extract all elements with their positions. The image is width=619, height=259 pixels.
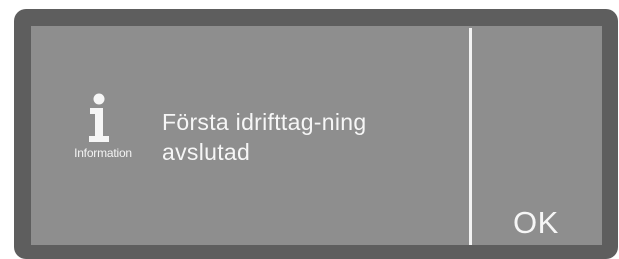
ok-button[interactable]: OK <box>472 186 602 245</box>
ok-button-label: OK <box>513 205 559 240</box>
message-line-2: avslutad <box>162 139 251 165</box>
info-caption: Information <box>74 146 132 160</box>
message-line-1: Första idrifttag-ning <box>162 109 367 135</box>
display-screen: Information Första idrifttag-ning avslut… <box>31 26 602 245</box>
device-bezel: Information Första idrifttag-ning avslut… <box>14 9 618 259</box>
message-text: Första idrifttag-ning avslutad <box>162 107 452 167</box>
info-icon <box>89 93 109 142</box>
